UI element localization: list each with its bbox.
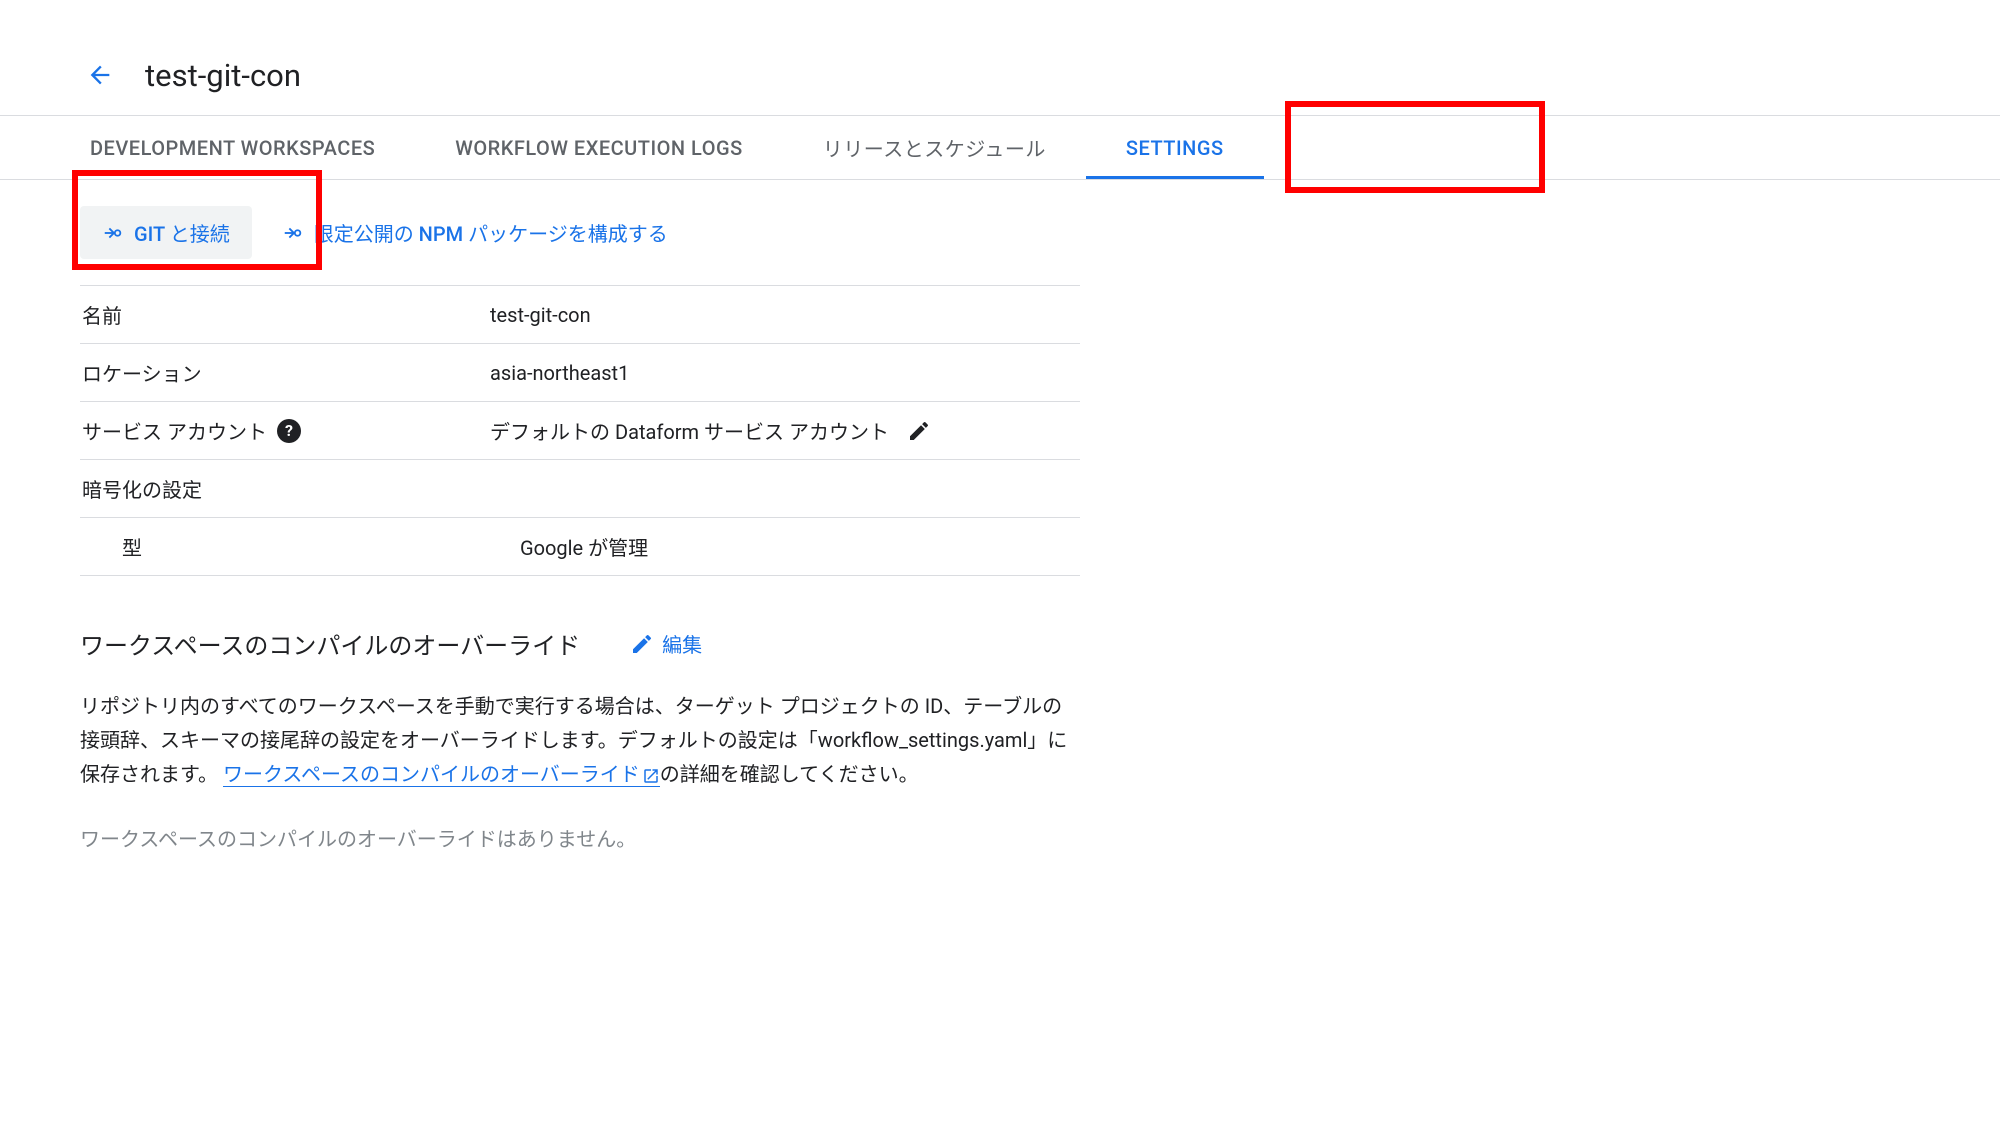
row-value [490, 474, 1080, 503]
link-text: ワークスペースのコンパイルのオーバーライド [223, 762, 640, 786]
git-connect-label: GIT と接続 [134, 218, 230, 247]
compile-override-link[interactable]: ワークスペースのコンパイルのオーバーライド [223, 762, 660, 787]
service-account-label: サービス アカウント [82, 416, 267, 445]
desc-text-2: の詳細を確認してください。 [660, 762, 919, 786]
compile-override-section: ワークスペースのコンパイルのオーバーライド 編集 リポジトリ内のすべてのワークス… [80, 626, 1080, 852]
row-value: asia-northeast1 [490, 358, 1080, 387]
row-label: ロケーション [80, 358, 490, 387]
edit-icon [630, 632, 654, 656]
link-icon [102, 222, 124, 244]
edit-label: 編集 [662, 629, 702, 658]
settings-table: 名前 test-git-con ロケーション asia-northeast1 サ… [80, 285, 1080, 576]
tab-release-schedule[interactable]: リリースとスケジュール [783, 116, 1086, 179]
back-arrow-icon[interactable] [80, 55, 120, 95]
external-link-icon [642, 767, 660, 785]
help-icon[interactable]: ? [277, 419, 301, 443]
settings-row-encryption: 暗号化の設定 [80, 459, 1080, 517]
section-header: ワークスペースのコンパイルのオーバーライド 編集 [80, 626, 1080, 661]
tab-workflow-execution-logs[interactable]: WORKFLOW EXECUTION LOGS [415, 116, 783, 179]
section-description: リポジトリ内のすべてのワークスペースを手動で実行する場合は、ターゲット プロジェ… [80, 689, 1080, 791]
row-label: 名前 [80, 300, 490, 329]
section-note: ワークスペースのコンパイルのオーバーライドはありません。 [80, 823, 1080, 852]
settings-row-location: ロケーション asia-northeast1 [80, 343, 1080, 401]
tabs-bar: DEVELOPMENT WORKSPACES WORKFLOW EXECUTIO… [0, 115, 2000, 180]
npm-configure-button[interactable]: 限定公開の NPM パッケージを構成する [282, 206, 668, 259]
row-value: test-git-con [490, 300, 1080, 329]
page-header: test-git-con [80, 55, 2000, 95]
git-connect-button[interactable]: GIT と接続 [80, 206, 252, 259]
settings-row-type: 型 Google が管理 [80, 517, 1080, 576]
settings-row-service-account: サービス アカウント ? デフォルトの Dataform サービス アカウント [80, 401, 1080, 459]
row-label: 暗号化の設定 [80, 474, 490, 503]
row-value: デフォルトの Dataform サービス アカウント [490, 416, 1080, 445]
service-account-value: デフォルトの Dataform サービス アカウント [490, 416, 889, 445]
settings-row-name: 名前 test-git-con [80, 285, 1080, 343]
row-label: 型 [120, 532, 490, 561]
row-value: Google が管理 [490, 532, 1080, 561]
tab-development-workspaces[interactable]: DEVELOPMENT WORKSPACES [50, 116, 415, 179]
link-icon [282, 222, 304, 244]
edit-button[interactable]: 編集 [630, 629, 702, 658]
edit-icon[interactable] [907, 419, 931, 443]
tab-settings[interactable]: SETTINGS [1086, 116, 1264, 179]
settings-actions-row: GIT と接続 限定公開の NPM パッケージを構成する [80, 180, 2000, 285]
page-title: test-git-con [145, 57, 301, 94]
section-title: ワークスペースのコンパイルのオーバーライド [80, 626, 580, 661]
npm-configure-label: 限定公開の NPM パッケージを構成する [314, 218, 668, 247]
row-label: サービス アカウント ? [80, 416, 490, 445]
